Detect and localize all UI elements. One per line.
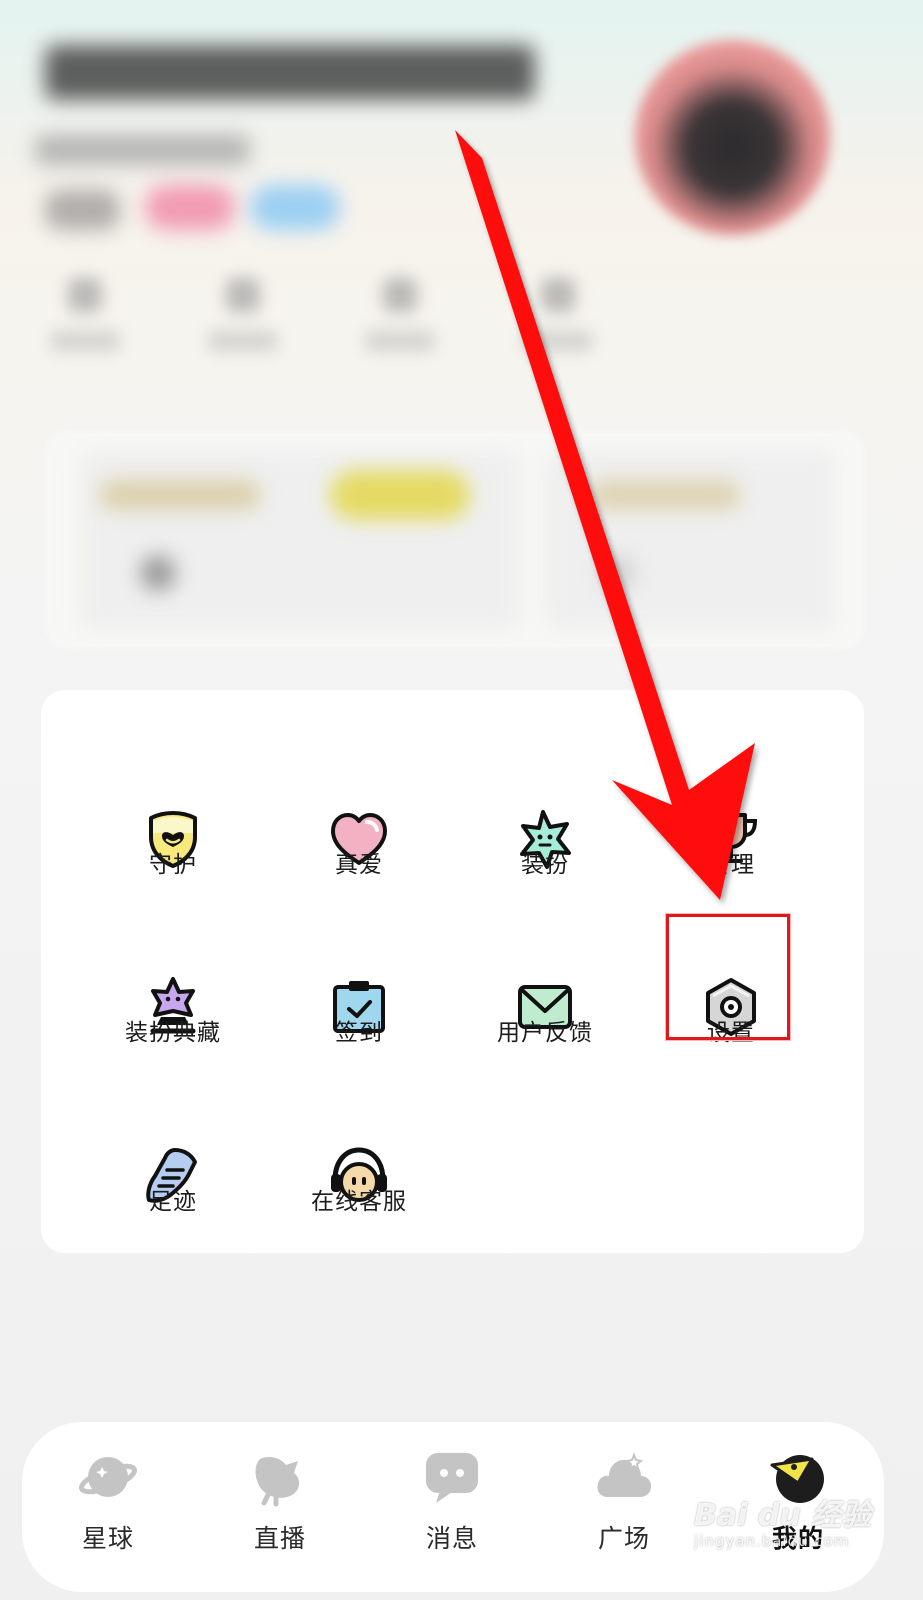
tab-label: 直播	[253, 1524, 306, 1553]
stat-item-blurred	[208, 270, 278, 370]
menu-item-label: 真爱	[335, 852, 383, 878]
value-dot-blurred	[140, 555, 176, 591]
stat-item-blurred	[523, 270, 593, 370]
menu-item-label: 守护	[149, 852, 197, 878]
coin-balance-blurred	[100, 480, 260, 510]
menu-item-label: 在线客服	[311, 1189, 407, 1215]
menu-item-dress-up-collection[interactable]: 装扮典藏	[80, 973, 266, 1113]
tab-label: 消息	[425, 1524, 478, 1553]
user-id-blurred	[35, 135, 250, 165]
live-broadcast-icon	[250, 1447, 310, 1507]
menu-item-footprint[interactable]: 足迹	[80, 1142, 266, 1282]
watermark-main-text: Bai du 经验	[694, 1498, 872, 1533]
tab-messages[interactable]: 消息	[392, 1447, 512, 1557]
baidu-jingyan-watermark: Bai du 经验 jingyan.baidu.com	[694, 1490, 874, 1560]
watermark-url-text: jingyan.baidu.com	[694, 1532, 850, 1550]
menu-item-user-feedback[interactable]: 用户反馈	[452, 973, 638, 1113]
profile-header-blurred	[0, 0, 923, 680]
planet-icon	[78, 1447, 138, 1507]
menu-item-guard[interactable]: 守护	[80, 805, 266, 945]
recharge-pill-blurred[interactable]	[330, 470, 470, 520]
square-cloud-icon	[594, 1447, 654, 1507]
menu-item-label: 管理	[707, 852, 755, 878]
level-tag-blurred	[45, 190, 120, 230]
coin-balance-blurred	[590, 480, 740, 510]
badge-blue-blurred	[250, 185, 340, 230]
menu-item-online-support[interactable]: 在线客服	[266, 1142, 452, 1282]
menu-item-label: 装扮典藏	[125, 1020, 221, 1046]
wallet-panel-blurred	[545, 450, 835, 630]
menu-item-true-love[interactable]: 真爱	[266, 805, 452, 945]
stat-item-blurred	[50, 270, 120, 370]
menu-item-label: 足迹	[149, 1189, 197, 1215]
menu-item-label: 用户反馈	[497, 1020, 593, 1046]
tab-planet[interactable]: 星球	[48, 1447, 168, 1557]
settings-highlight-box	[666, 914, 790, 1040]
badge-pink-blurred	[145, 185, 235, 230]
menu-item-label: 装扮	[521, 852, 569, 878]
avatar[interactable]	[635, 40, 830, 235]
tab-label: 星球	[81, 1524, 134, 1553]
tab-live[interactable]: 直播	[220, 1447, 340, 1557]
username-blurred	[45, 45, 535, 100]
value-dot-blurred	[600, 555, 636, 591]
menu-item-dress-up[interactable]: 装扮	[452, 805, 638, 945]
tab-square[interactable]: 广场	[564, 1447, 684, 1557]
menu-item-label: 签到	[335, 1020, 383, 1046]
message-bubble-icon	[422, 1447, 482, 1507]
stat-item-blurred	[365, 270, 435, 370]
tab-label: 广场	[597, 1524, 650, 1553]
menu-item-check-in[interactable]: 签到	[266, 973, 452, 1113]
